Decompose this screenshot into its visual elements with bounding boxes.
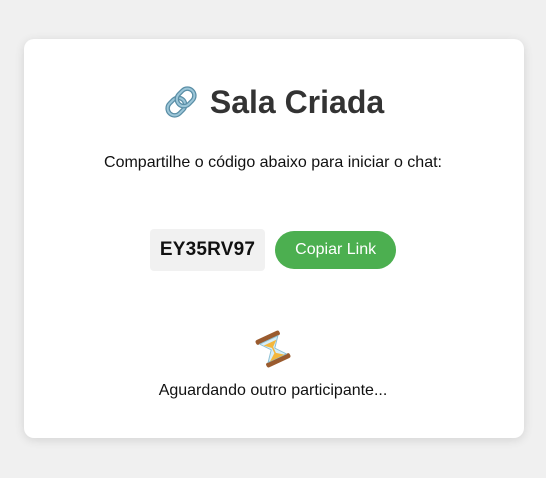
code-row: EY35RV97 Copiar Link — [0, 229, 546, 271]
share-instruction: Compartilhe o código abaixo para iniciar… — [104, 154, 442, 171]
page-title: Sala Criada — [0, 80, 546, 124]
page-title-text: Sala Criada — [209, 84, 385, 120]
hourglass-icon — [252, 330, 294, 368]
room-code: EY35RV97 — [149, 229, 266, 271]
copy-link-button[interactable]: Copiar Link — [275, 231, 397, 269]
waiting-status: Aguardando outro participante... — [158, 382, 388, 399]
link-icon — [162, 83, 200, 121]
